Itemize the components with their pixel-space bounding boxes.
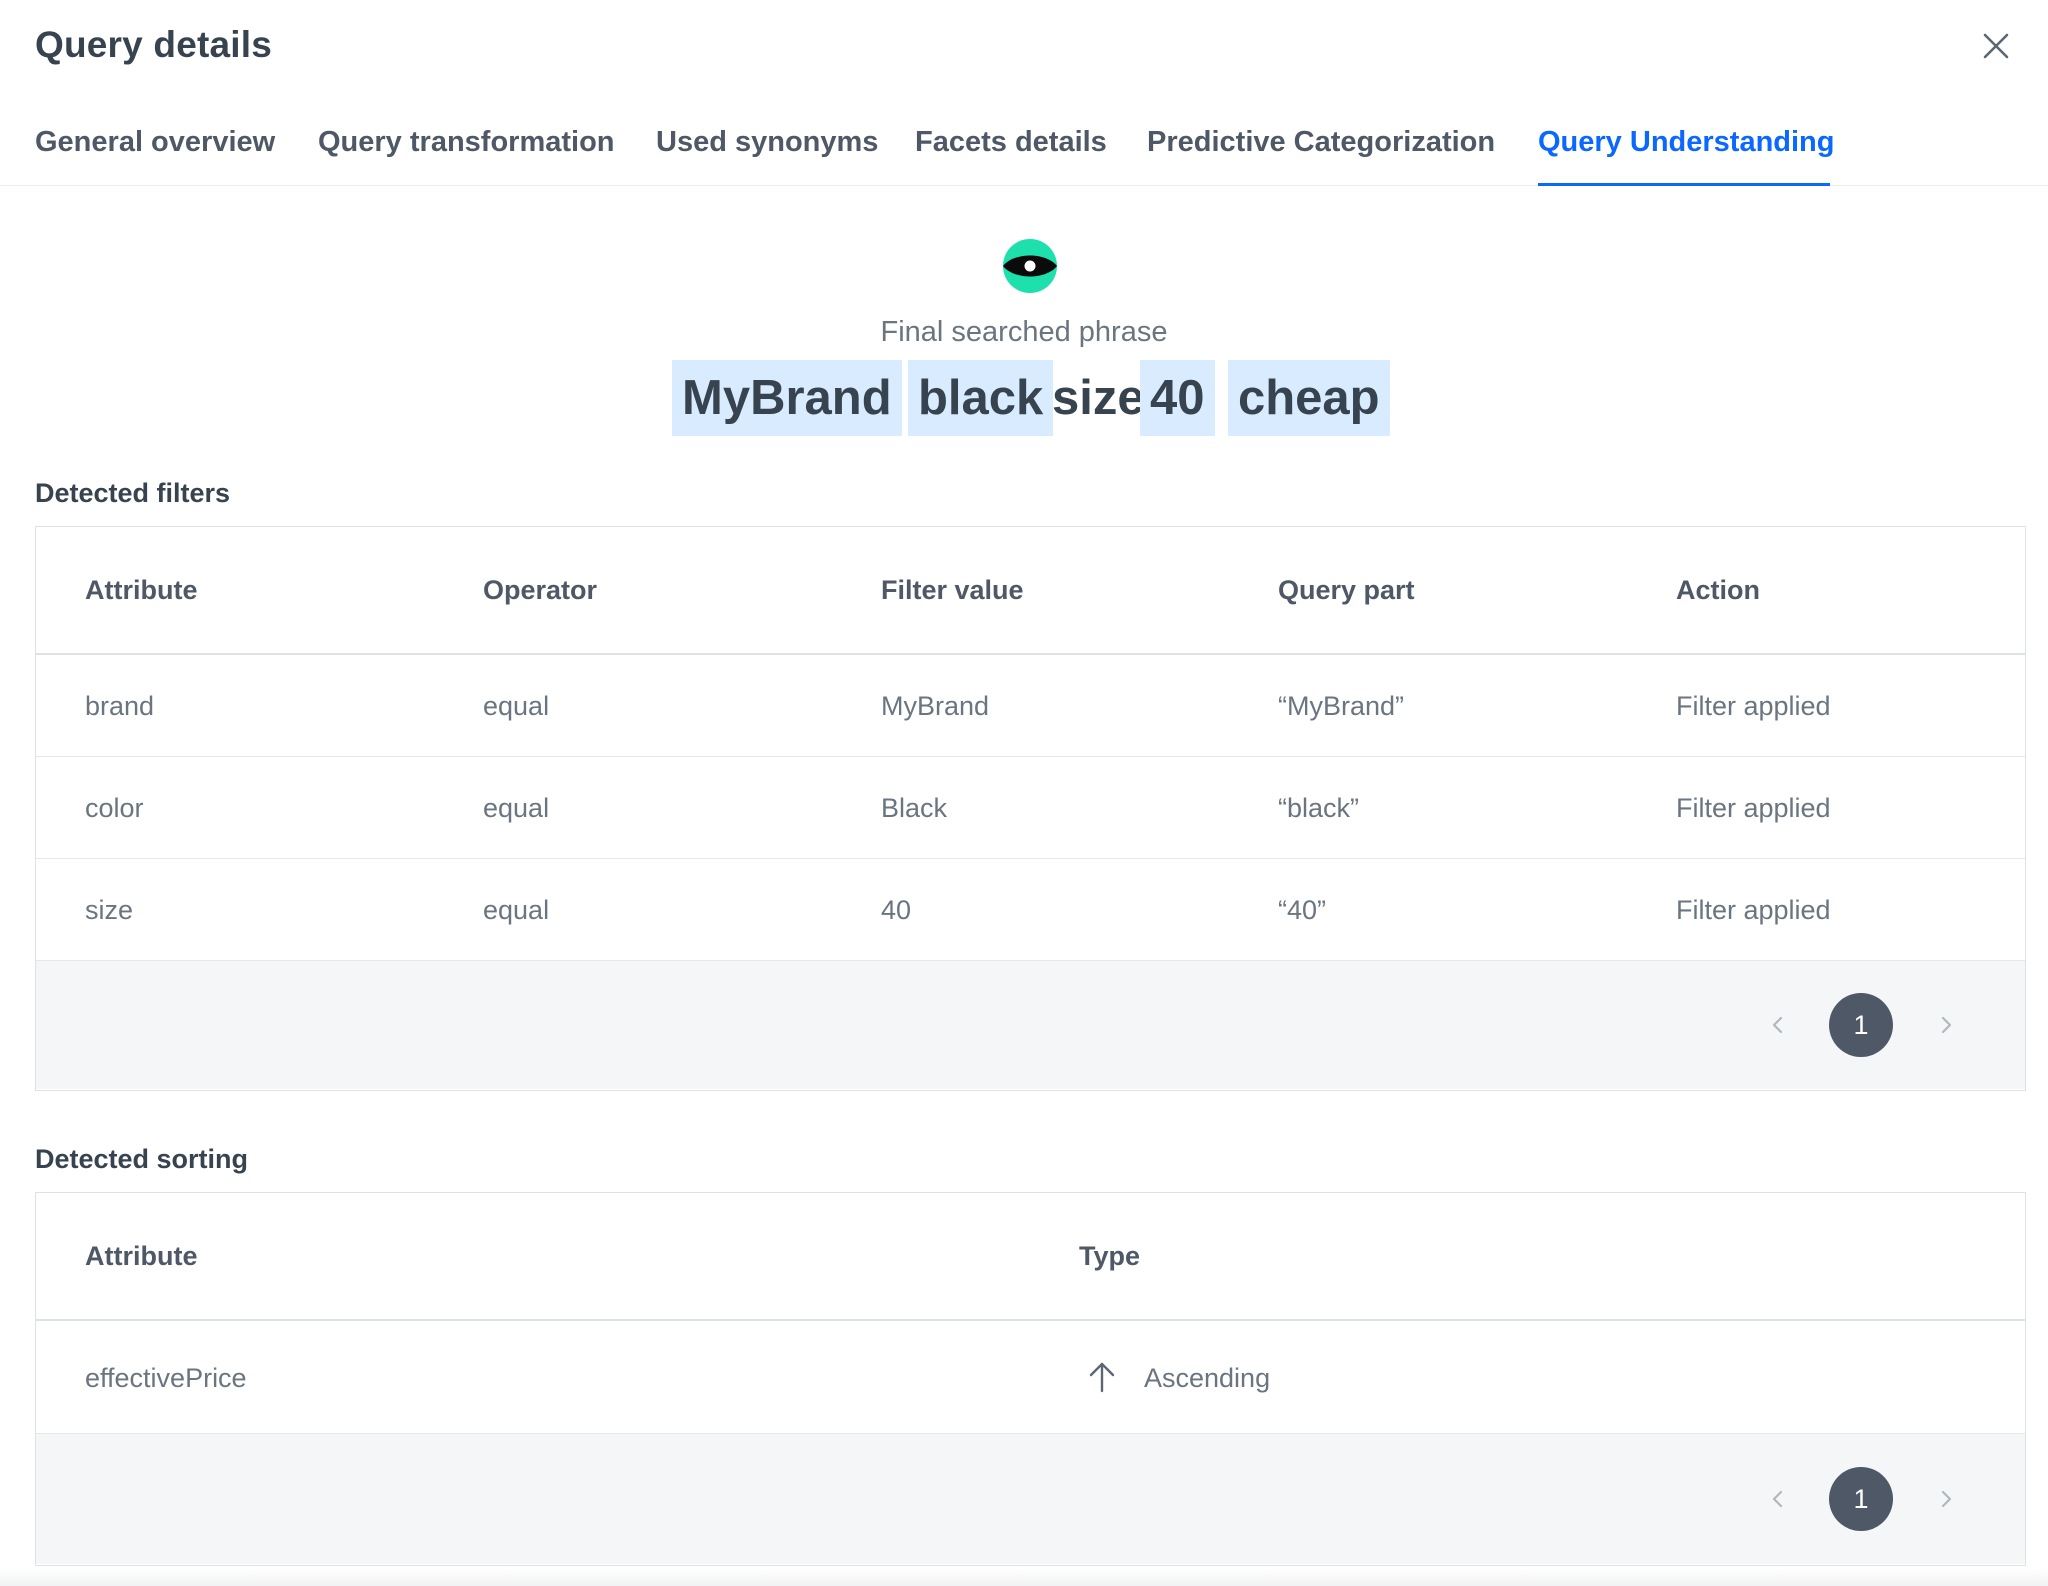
column-header: Attribute [85,1241,198,1271]
close-icon [1983,33,2009,59]
table-header: Attribute Type [36,1193,2025,1321]
current-page-button[interactable]: 1 [1829,1467,1893,1531]
tab-query-understanding[interactable]: Query Understanding [1538,126,1835,159]
table-cell: Black [881,793,948,823]
close-button[interactable] [1976,26,2016,66]
phrase-token-highlighted: cheap [1228,360,1390,436]
chevron-right-icon [1941,1016,1952,1034]
table-cell: Ascending [1144,1363,1271,1393]
table-cell: brand [85,691,155,721]
table-header: Attribute Operator Filter value Query pa… [36,527,2025,655]
table-cell: Filter applied [1676,895,1831,925]
filters-table: Attribute Operator Filter value Query pa… [35,526,2026,1091]
phrase-token-highlighted: MyBrand [672,360,902,436]
prev-page-button[interactable] [1763,1484,1793,1514]
table-cell: Filter applied [1676,691,1831,721]
tab-general-overview[interactable]: General overview [35,126,275,159]
table-cell: equal [483,895,550,925]
tab-facets-details[interactable]: Facets details [915,126,1107,159]
column-header: Attribute [85,575,198,605]
table-cell: effectivePrice [85,1363,247,1393]
column-header: Query part [1278,575,1415,605]
bottom-shadow [0,1568,2048,1586]
table-row: effectivePrice Ascending [36,1321,2025,1434]
arrow-up-icon [1082,1357,1122,1397]
table-cell: “black” [1278,793,1360,823]
sorting-pagination: 1 [36,1434,2025,1564]
next-page-button[interactable] [1931,1010,1961,1040]
column-header: Type [1079,1241,1141,1271]
detected-filters-title: Detected filters [35,478,231,508]
prev-page-button[interactable] [1763,1010,1793,1040]
next-page-button[interactable] [1931,1484,1961,1514]
phrase-token: size [1052,371,1145,425]
table-cell: equal [483,691,550,721]
table-cell: MyBrand [881,691,990,721]
modal-title: Query details [35,24,273,65]
table-cell: 40 [881,895,912,925]
tab-predictive-categorization[interactable]: Predictive Categorization [1147,126,1495,159]
eye-icon [1002,238,1058,294]
table-row: color equal Black “black” Filter applied [36,757,2025,859]
table-cell: Filter applied [1676,793,1831,823]
sorting-table: Attribute Type effectivePrice Ascending … [35,1192,2026,1566]
modal-header: Query details [0,0,2048,96]
column-header: Action [1676,575,1760,605]
final-phrase-label: Final searched phrase [880,316,1168,348]
current-page-button[interactable]: 1 [1829,993,1893,1057]
active-tab-indicator [1538,183,1830,186]
table-cell: equal [483,793,550,823]
chevron-left-icon [1772,1016,1783,1034]
chevron-right-icon [1941,1490,1952,1508]
table-cell: “40” [1278,895,1327,925]
table-row: size equal 40 “40” Filter applied [36,859,2025,961]
column-header: Filter value [881,575,1024,605]
tab-bar: General overview Query transformation Us… [0,110,2048,186]
table-row: brand equal MyBrand “MyBrand” Filter app… [36,655,2025,757]
tab-used-synonyms[interactable]: Used synonyms [656,126,878,159]
table-cell: size [85,895,134,925]
tab-query-transformation[interactable]: Query transformation [318,126,615,159]
detected-sorting-title: Detected sorting [35,1144,249,1174]
filters-pagination: 1 [36,961,2025,1089]
phrase-token-highlighted: black [908,360,1054,436]
table-cell: “MyBrand” [1278,691,1405,721]
chevron-left-icon [1772,1490,1783,1508]
column-header: Operator [483,575,598,605]
query-details-modal: Query details General overview Query tra… [0,0,2048,1586]
table-cell: color [85,793,144,823]
phrase-token-highlighted: 40 [1140,360,1215,436]
